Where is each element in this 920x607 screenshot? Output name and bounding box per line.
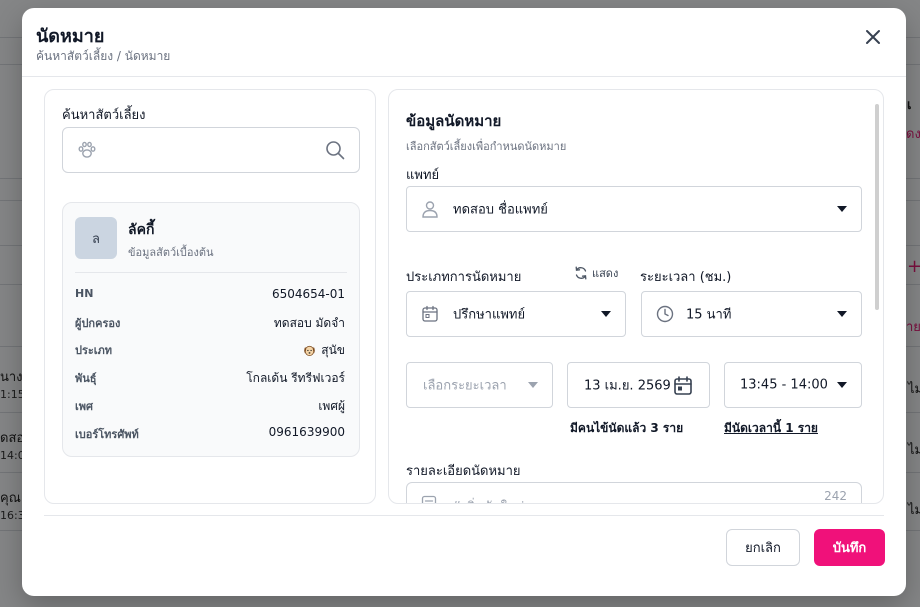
chevron-down-icon bbox=[837, 382, 847, 388]
search-icon[interactable] bbox=[325, 140, 345, 160]
detail-textarea[interactable]: #เพิ่มนัดใหม่ 242 bbox=[406, 482, 862, 503]
avatar: ล bbox=[75, 217, 117, 259]
paw-icon bbox=[78, 141, 96, 158]
cancel-button[interactable]: ยกเลิก bbox=[726, 529, 800, 566]
info-value-species: สุนัข bbox=[302, 341, 345, 360]
info-row-hn: HN 6504654-01 bbox=[75, 287, 345, 305]
doctor-value: ทดสอบ ชื่อแพทย์ bbox=[453, 202, 548, 218]
doctor-label: แพทย์ bbox=[406, 168, 440, 183]
date-value: 13 เม.ย. 2569 bbox=[584, 378, 671, 394]
note-icon bbox=[421, 495, 437, 503]
dog-face-icon bbox=[304, 345, 316, 357]
info-label: HN bbox=[75, 287, 94, 300]
pet-subtitle: ข้อมูลสัตว์เบื้องต้น bbox=[128, 246, 214, 259]
info-value: ทดสอบ มัดจำ bbox=[273, 316, 345, 330]
pet-search-box bbox=[62, 127, 360, 173]
user-icon bbox=[422, 201, 438, 218]
type-label: ประเภทการนัดหมาย bbox=[406, 270, 522, 285]
appointment-type-select[interactable]: ปรึกษาแพทย์ bbox=[406, 291, 626, 337]
form-title: ข้อมูลนัดหมาย bbox=[406, 112, 502, 130]
info-value: เพศผู้ bbox=[318, 399, 345, 413]
appointment-modal: นัดหมาย ค้นหาสัตว์เลี้ยง / นัดหมาย ค้นหา… bbox=[22, 8, 906, 596]
info-value: 6504654-01 bbox=[271, 287, 345, 301]
pet-search-panel: ค้นหาสัตว์เลี้ยง ล ลัคกี้ ข้อมูลสัตว์เบื… bbox=[44, 89, 376, 504]
duration-value: 15 นาที bbox=[686, 307, 732, 323]
character-count: 242 bbox=[824, 489, 847, 503]
close-icon bbox=[866, 30, 880, 44]
info-value: 0961639900 bbox=[268, 425, 345, 439]
modal-header: นัดหมาย ค้นหาสัตว์เลี้ยง / นัดหมาย bbox=[22, 8, 906, 77]
calendar-icon[interactable] bbox=[673, 376, 693, 396]
species-text: สุนัข bbox=[321, 343, 345, 357]
info-label: เบอร์โทรศัพท์ bbox=[75, 428, 139, 441]
time-value: 13:45 - 14:00 bbox=[740, 377, 828, 393]
info-row-phone: เบอร์โทรศัพท์ 0961639900 bbox=[75, 425, 345, 443]
search-label: ค้นหาสัตว์เลี้ยง bbox=[62, 108, 146, 123]
info-label: ประเภท bbox=[75, 344, 113, 357]
divider bbox=[75, 272, 347, 273]
pet-search-input[interactable] bbox=[107, 128, 307, 172]
period-select[interactable]: เลือกระยะเวลา bbox=[406, 362, 553, 408]
appointment-type-value: ปรึกษาแพทย์ bbox=[453, 307, 526, 323]
close-button[interactable] bbox=[862, 26, 884, 48]
show-label: แสดง bbox=[592, 267, 619, 280]
appointment-form-panel: ข้อมูลนัดหมาย เลือกสัตว์เลี้ยงเพื่อกำหนด… bbox=[388, 89, 884, 504]
info-value: โกลเด้น รีทรีฟเวอร์ bbox=[246, 371, 345, 385]
pet-name: ลัคกี้ bbox=[128, 222, 155, 238]
show-toggle[interactable]: แสดง bbox=[574, 264, 618, 282]
info-row-species: ประเภท สุนัข bbox=[75, 341, 345, 359]
info-row-sex: เพศ เพศผู้ bbox=[75, 397, 345, 415]
chevron-down-icon bbox=[528, 382, 538, 388]
clock-icon bbox=[656, 305, 674, 323]
scrollbar[interactable] bbox=[875, 104, 879, 310]
info-label: ผู้ปกครอง bbox=[75, 317, 121, 330]
chevron-down-icon bbox=[837, 311, 847, 317]
footer-divider bbox=[44, 515, 884, 516]
date-picker[interactable]: 13 เม.ย. 2569 bbox=[567, 362, 710, 408]
duration-label: ระยะเวลา (ชม.) bbox=[640, 270, 732, 285]
duration-select[interactable]: 15 นาที bbox=[641, 291, 862, 337]
detail-label: รายละเอียดนัดหมาย bbox=[406, 464, 521, 479]
detail-placeholder: #เพิ่มนัดใหม่ bbox=[451, 496, 524, 503]
info-label: เพศ bbox=[75, 400, 93, 413]
time-select[interactable]: 13:45 - 14:00 bbox=[724, 362, 862, 408]
save-button[interactable]: บันทึก bbox=[814, 529, 885, 566]
booked-count-note: มีคนไข้นัดแล้ว 3 ราย bbox=[570, 421, 684, 435]
doctor-select[interactable]: ทดสอบ ชื่อแพทย์ bbox=[406, 186, 862, 232]
period-placeholder: เลือกระยะเวลา bbox=[423, 378, 507, 394]
chevron-down-icon bbox=[837, 206, 847, 212]
refresh-icon bbox=[575, 266, 587, 280]
breadcrumb: ค้นหาสัตว์เลี้ยง / นัดหมาย bbox=[36, 49, 171, 63]
calendar-icon bbox=[422, 305, 438, 322]
info-row-breed: พันธุ์ โกลเด้น รีทรีฟเวอร์ bbox=[75, 369, 345, 387]
pet-info-card[interactable]: ล ลัคกี้ ข้อมูลสัตว์เบื้องต้น HN 6504654… bbox=[62, 202, 360, 457]
chevron-down-icon bbox=[601, 311, 611, 317]
modal-title: นัดหมาย bbox=[36, 26, 105, 47]
info-label: พันธุ์ bbox=[75, 372, 97, 385]
slot-count-link[interactable]: มีนัดเวลานี้ 1 ราย bbox=[724, 419, 818, 438]
form-subtitle: เลือกสัตว์เลี้ยงเพื่อกำหนดนัดหมาย bbox=[406, 140, 567, 153]
info-row-owner: ผู้ปกครอง ทดสอบ มัดจำ bbox=[75, 314, 345, 332]
